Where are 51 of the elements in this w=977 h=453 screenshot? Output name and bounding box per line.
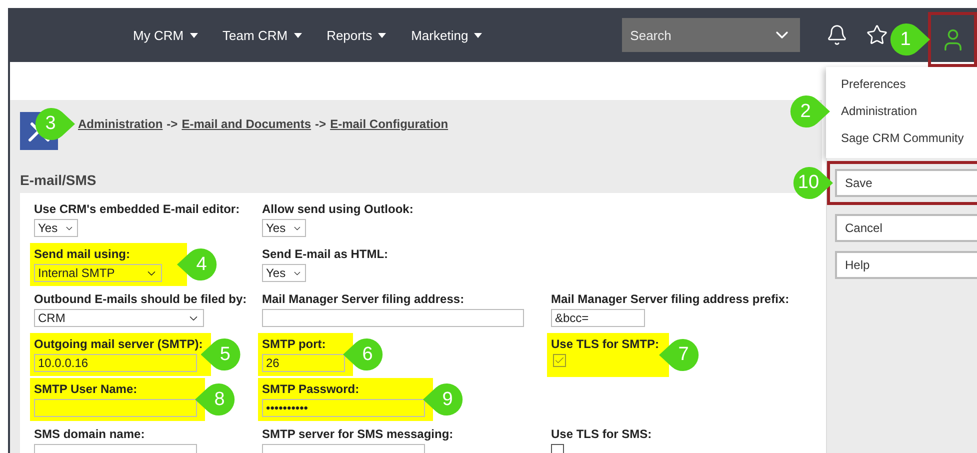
select-field[interactable]: Yes — [34, 219, 78, 237]
input-field[interactable]: 26 — [262, 354, 345, 372]
action-button[interactable]: Cancel — [835, 214, 977, 242]
nav-menu[interactable]: Team CRM — [222, 28, 302, 42]
section-title: E-mail/SMS — [20, 172, 96, 188]
field-label: Use CRM's embedded E-mail editor: — [34, 202, 240, 216]
field-label: Use TLS for SMS: — [551, 427, 652, 441]
caret-icon — [378, 32, 386, 38]
breadcrumb-link[interactable]: Administration — [78, 117, 163, 131]
nav-menu[interactable]: Marketing — [411, 28, 482, 42]
input-field[interactable] — [262, 309, 524, 327]
field-label: Allow send using Outlook: — [262, 202, 414, 216]
select-field[interactable]: CRM — [34, 309, 204, 327]
field-label: Outbound E-mails should be filed by: — [34, 292, 247, 306]
breadcrumb-link[interactable]: E-mail Configuration — [330, 117, 448, 131]
action-button[interactable]: Save — [835, 169, 977, 197]
caret-icon — [474, 32, 482, 38]
search-input[interactable]: Search — [630, 28, 760, 42]
field-label: SMTP User Name: — [34, 382, 138, 396]
select-field[interactable]: Yes — [262, 219, 306, 237]
field-label: SMS domain name: — [34, 427, 146, 441]
star-icon[interactable] — [866, 24, 888, 46]
field-label: SMTP Password: — [262, 382, 360, 396]
callout-badge: 1 — [890, 22, 930, 56]
field-label: Outgoing mail server (SMTP): — [34, 337, 203, 351]
select-field[interactable]: Internal SMTP — [34, 264, 162, 282]
nav-menu[interactable]: My CRM — [133, 28, 198, 42]
user-button[interactable] — [928, 12, 977, 67]
checkbox[interactable] — [553, 354, 566, 367]
field-label: SMTP server for SMS messaging: — [262, 427, 454, 441]
field-label: Use TLS for SMTP: — [551, 337, 660, 351]
field-label: Mail Manager Server filing address: — [262, 292, 466, 306]
action-button[interactable]: Help — [835, 251, 977, 279]
search-bar[interactable]: Search — [622, 18, 800, 52]
breadcrumb-link[interactable]: E-mail and Documents — [182, 117, 312, 131]
notifications-icon[interactable] — [826, 24, 848, 46]
input-field[interactable]: 10.0.0.16 — [34, 354, 197, 372]
input-field[interactable] — [34, 399, 197, 417]
field-label: SMTP port: — [262, 337, 327, 351]
select-field[interactable]: Yes — [262, 264, 306, 282]
field-label: Send E-mail as HTML: — [262, 247, 388, 261]
nav-menu[interactable]: Reports — [326, 28, 386, 42]
field-label: Send mail using: — [34, 247, 132, 261]
field-label: Mail Manager Server filing address prefix: — [551, 292, 790, 306]
breadcrumb-separator: -> — [315, 117, 326, 131]
caret-icon — [190, 32, 198, 38]
caret-icon — [294, 32, 302, 38]
input-field[interactable]: &bcc= — [551, 309, 645, 327]
password-field[interactable]: •••••••••• — [262, 399, 425, 417]
callout-badge: 3 — [35, 107, 75, 141]
breadcrumb-separator: -> — [166, 117, 178, 131]
